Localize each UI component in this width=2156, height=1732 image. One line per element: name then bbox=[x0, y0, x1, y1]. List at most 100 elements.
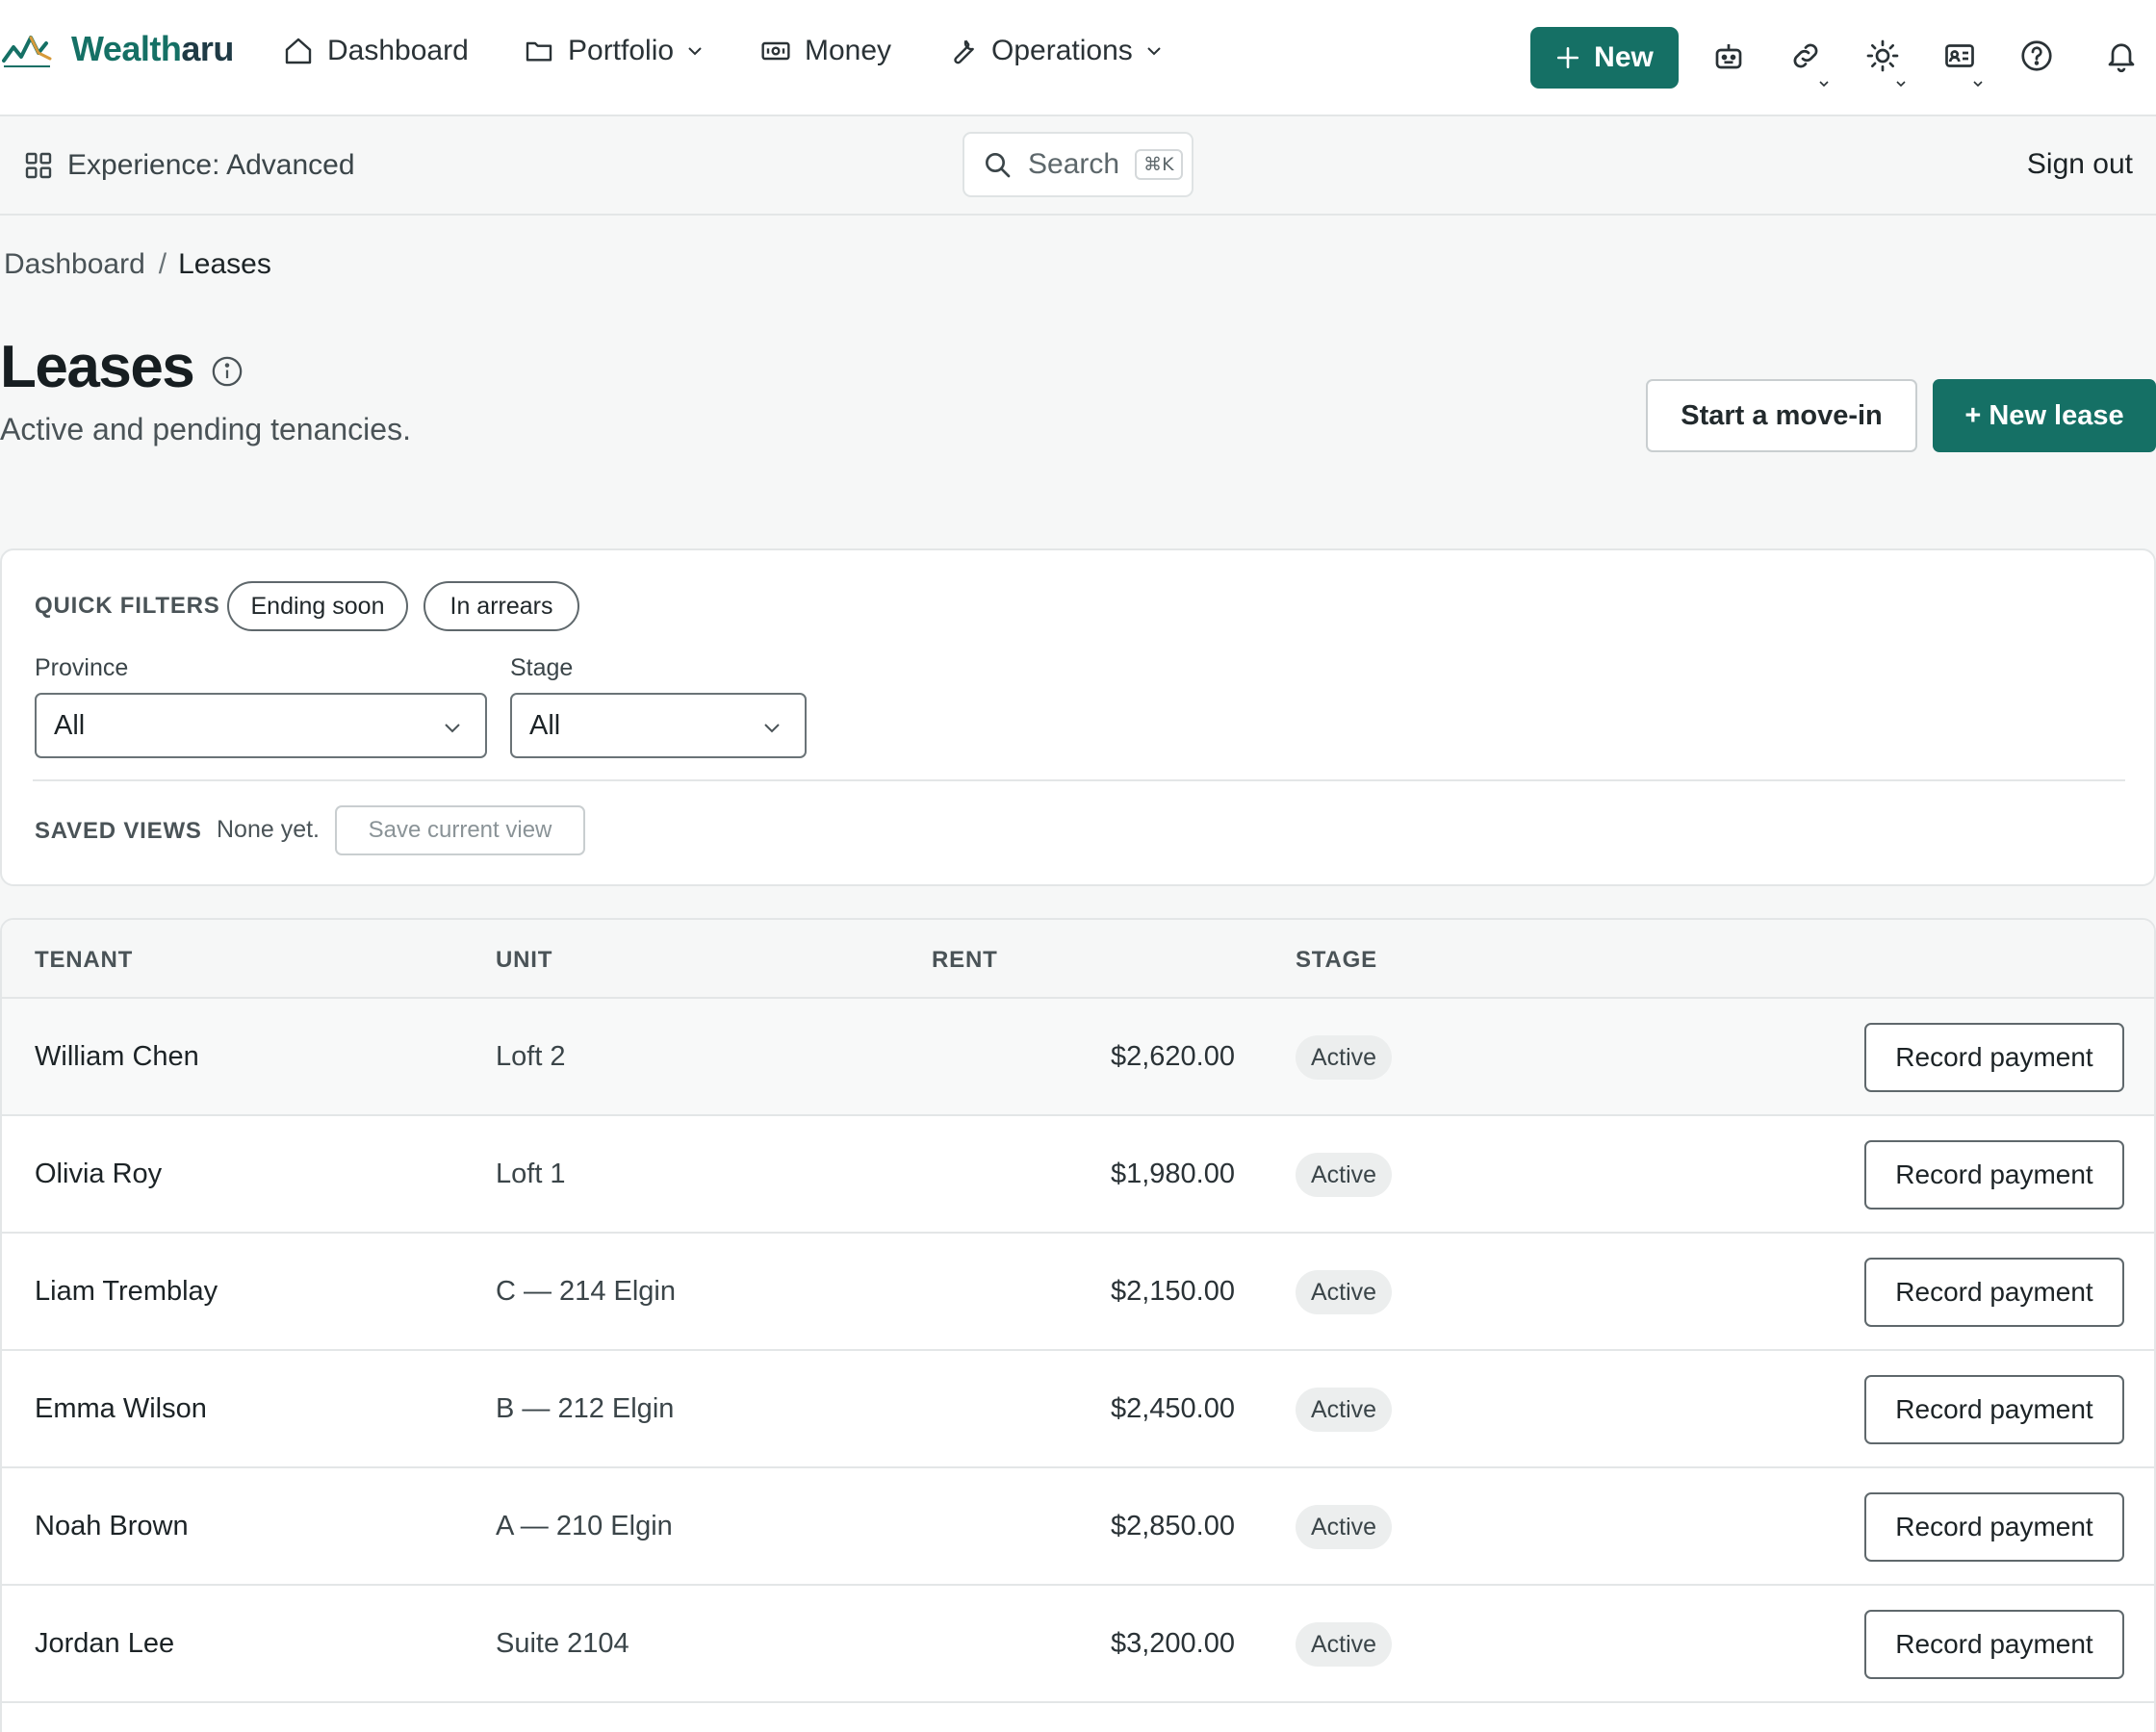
chevron-down-icon bbox=[1819, 81, 1829, 88]
status-badge: Active bbox=[1296, 1035, 1393, 1080]
cell-rent: $2,620.00 bbox=[1110, 1041, 1235, 1072]
header-rent[interactable]: RENT bbox=[932, 947, 998, 974]
search-shortcut: ⌘K bbox=[1135, 149, 1183, 180]
record-payment-button[interactable]: Record payment bbox=[1864, 1023, 2124, 1092]
nav-money[interactable]: Money bbox=[760, 35, 891, 67]
experience-toggle[interactable]: Experience: Advanced bbox=[23, 149, 355, 182]
page-title: Leases bbox=[0, 334, 195, 400]
banknote-icon bbox=[761, 41, 790, 61]
sun-icon bbox=[1866, 39, 1899, 72]
brand-name: Wealtharu bbox=[71, 29, 234, 68]
robot-icon bbox=[1715, 44, 1742, 69]
breadcrumb-dashboard[interactable]: Dashboard bbox=[4, 248, 145, 280]
grid-icon bbox=[25, 152, 52, 179]
cell-rent: $2,850.00 bbox=[1110, 1511, 1235, 1541]
links-button[interactable] bbox=[1788, 38, 1829, 88]
stage-label: Stage bbox=[510, 654, 574, 681]
cell-unit: Suite 2104 bbox=[496, 1628, 629, 1659]
filters-divider bbox=[33, 779, 2125, 781]
saved-views-empty: None yet. bbox=[217, 816, 321, 843]
status-badge: Active bbox=[1296, 1153, 1393, 1197]
table-row[interactable]: William Chen Loft 2 $2,620.00 Active Record … bbox=[2, 999, 2154, 1116]
cell-tenant: Noah Brown bbox=[35, 1511, 189, 1541]
brand-logo[interactable]: Wealtharu bbox=[2, 29, 234, 69]
cell-rent: $2,450.00 bbox=[1110, 1393, 1235, 1424]
cell-unit: Loft 2 bbox=[496, 1041, 566, 1072]
header-tenant[interactable]: TENANT bbox=[35, 947, 133, 974]
header-stage[interactable]: STAGE bbox=[1296, 947, 1377, 974]
save-current-view-button[interactable]: Save current view bbox=[335, 805, 585, 855]
chevron-down-icon bbox=[688, 47, 702, 56]
notifications-button[interactable] bbox=[2104, 38, 2139, 73]
sign-out-link[interactable]: Sign out bbox=[2027, 148, 2133, 181]
table-row[interactable]: Olivia Roy Loft 1 $1,980.00 Active Record pa… bbox=[2, 1116, 2154, 1234]
cell-rent: $2,150.00 bbox=[1110, 1276, 1235, 1307]
chip-ending-soon[interactable]: Ending soon bbox=[227, 581, 408, 631]
cell-tenant: Emma Wilson bbox=[35, 1393, 207, 1424]
sub-toolbar: Experience: Advanced Search ⌘K Sign out bbox=[0, 116, 2156, 216]
table-row[interactable]: Emma Wilson B — 212 Elgin $2,450.00 Active R… bbox=[2, 1351, 2154, 1468]
theme-button[interactable] bbox=[1865, 38, 1906, 88]
leases-table: TENANT UNIT RENT STAGE William Chen Loft … bbox=[0, 918, 2156, 1732]
nav-operations-label: Operations bbox=[991, 35, 1133, 66]
breadcrumb-separator: / bbox=[158, 248, 167, 280]
cell-unit: B — 212 Elgin bbox=[496, 1393, 675, 1424]
cell-tenant: Jordan Lee bbox=[35, 1628, 175, 1659]
profile-button[interactable] bbox=[1942, 38, 1983, 88]
assistant-button[interactable] bbox=[1711, 38, 1746, 73]
status-badge: Active bbox=[1296, 1622, 1393, 1667]
search-button[interactable]: Search ⌘K bbox=[962, 132, 1194, 197]
page-title-row: Leases bbox=[0, 333, 244, 401]
chip-in-arrears[interactable]: In arrears bbox=[424, 581, 579, 631]
record-payment-button[interactable]: Record payment bbox=[1864, 1492, 2124, 1562]
nav-dashboard-label: Dashboard bbox=[327, 35, 469, 66]
cell-rent: $1,980.00 bbox=[1110, 1159, 1235, 1189]
chevron-down-icon bbox=[764, 724, 780, 733]
nav-portfolio[interactable]: Portfolio bbox=[524, 35, 705, 67]
bell-icon bbox=[2108, 43, 2135, 73]
search-icon bbox=[986, 153, 1011, 178]
nav-portfolio-label: Portfolio bbox=[568, 35, 675, 66]
new-button-label: New bbox=[1594, 41, 1654, 73]
stage-select[interactable]: All bbox=[510, 693, 807, 758]
stage-value: All bbox=[529, 709, 561, 741]
nav-money-label: Money bbox=[805, 35, 892, 66]
chevron-down-icon bbox=[1147, 47, 1161, 56]
cell-tenant: Olivia Roy bbox=[35, 1159, 163, 1189]
record-payment-button[interactable]: Record payment bbox=[1864, 1258, 2124, 1327]
start-move-in-button[interactable]: Start a move-in bbox=[1646, 379, 1917, 452]
new-lease-button[interactable]: + New lease bbox=[1933, 379, 2156, 452]
wealtharu-logo-icon bbox=[2, 36, 52, 67]
status-badge: Active bbox=[1296, 1270, 1393, 1314]
record-payment-button[interactable]: Record payment bbox=[1864, 1140, 2124, 1210]
record-payment-button[interactable]: Record payment bbox=[1864, 1610, 2124, 1679]
province-select[interactable]: All bbox=[35, 693, 487, 758]
nav-dashboard[interactable]: Dashboard bbox=[283, 35, 469, 67]
chevron-down-icon bbox=[445, 724, 460, 733]
table-row[interactable]: Jordan Lee Suite 2104 $3,200.00 Active Recor… bbox=[2, 1586, 2154, 1703]
new-button[interactable]: New bbox=[1530, 27, 1679, 89]
table-row[interactable]: Liam Tremblay C — 214 Elgin $2,150.00 Activ… bbox=[2, 1234, 2154, 1351]
page-subtitle: Active and pending tenancies. bbox=[0, 412, 411, 446]
id-card-icon bbox=[1945, 44, 1974, 67]
breadcrumb: Dashboard / Leases bbox=[4, 248, 271, 281]
table-row[interactable]: Noah Brown A — 210 Elgin $2,850.00 Active Re… bbox=[2, 1468, 2154, 1586]
record-payment-button[interactable]: Record payment bbox=[1864, 1375, 2124, 1444]
chevron-down-icon bbox=[1896, 81, 1906, 88]
home-icon bbox=[285, 38, 312, 64]
cell-tenant: William Chen bbox=[35, 1041, 199, 1072]
top-navigation: Wealtharu Dashboard Portfolio Money Oper… bbox=[0, 0, 2156, 116]
quick-filters-label: QUICK FILTERS bbox=[35, 593, 220, 619]
cell-unit: C — 214 Elgin bbox=[496, 1276, 676, 1307]
nav-operations[interactable]: Operations bbox=[947, 35, 1164, 67]
cell-rent: $3,200.00 bbox=[1110, 1628, 1235, 1659]
province-value: All bbox=[54, 709, 86, 741]
wrench-icon bbox=[954, 39, 974, 64]
help-button[interactable] bbox=[2019, 38, 2054, 73]
help-circle-icon bbox=[2021, 40, 2052, 71]
table-header: TENANT UNIT RENT STAGE bbox=[2, 920, 2154, 999]
info-icon[interactable] bbox=[211, 355, 244, 388]
header-unit[interactable]: UNIT bbox=[496, 947, 552, 974]
experience-label: Experience: Advanced bbox=[67, 149, 355, 181]
cell-tenant: Liam Tremblay bbox=[35, 1276, 218, 1307]
